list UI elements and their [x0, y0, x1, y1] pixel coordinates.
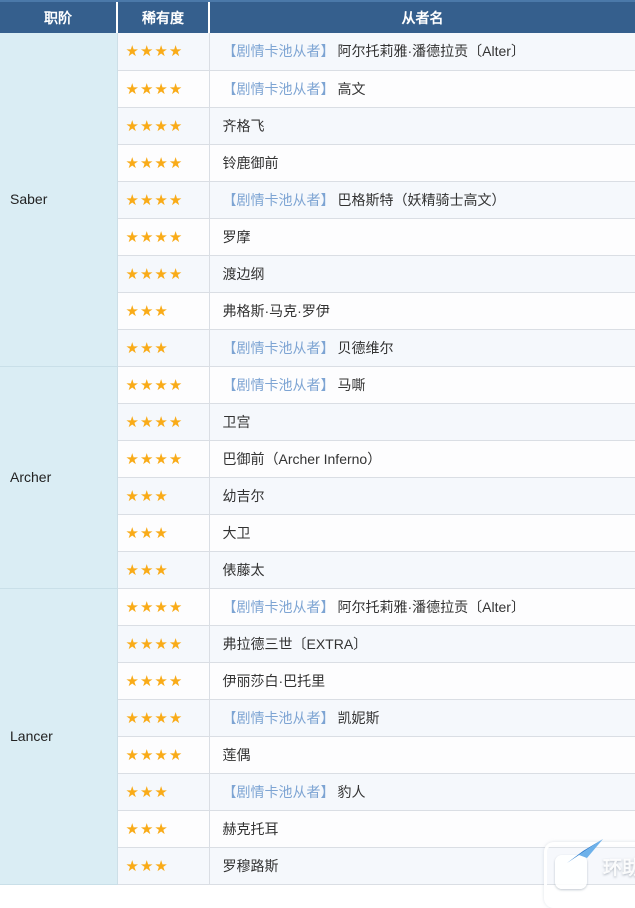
- rarity-stars: ★★★: [117, 477, 209, 514]
- servant-name: 齐格飞: [223, 118, 265, 134]
- rarity-stars: ★★★★: [117, 662, 209, 699]
- table-row: Archer★★★★【剧情卡池从者】马嘶: [0, 366, 635, 403]
- rarity-stars: ★★★★: [117, 107, 209, 144]
- class-cell: Lancer: [0, 588, 117, 884]
- rarity-stars: ★★★★: [117, 366, 209, 403]
- servant-table: 职阶 稀有度 从者名 Saber★★★★【剧情卡池从者】阿尔托莉雅·潘德拉贡〔A…: [0, 0, 635, 885]
- servant-name-cell: 弗格斯·马克·罗伊: [209, 292, 635, 329]
- rarity-stars: ★★★★: [117, 736, 209, 773]
- servant-name-cell: 幼吉尔: [209, 477, 635, 514]
- servant-name: 豹人: [338, 784, 366, 800]
- servant-name-cell: 【剧情卡池从者】豹人: [209, 773, 635, 810]
- servant-name-cell: 罗摩: [209, 218, 635, 255]
- servant-name-cell: 巴御前（Archer Inferno）: [209, 440, 635, 477]
- rarity-stars: ★★★: [117, 810, 209, 847]
- servant-name-cell: 齐格飞: [209, 107, 635, 144]
- servant-name-cell: 【剧情卡池从者】阿尔托莉雅·潘德拉贡〔Alter〕: [209, 33, 635, 70]
- rarity-stars: ★★★★: [117, 70, 209, 107]
- servant-name-cell: 卫宫: [209, 403, 635, 440]
- column-header-name: 从者名: [209, 1, 635, 33]
- rarity-stars: ★★★★: [117, 625, 209, 662]
- servant-name-cell: 【剧情卡池从者】马嘶: [209, 366, 635, 403]
- story-pool-tag: 【剧情卡池从者】: [223, 192, 335, 208]
- servant-name: 阿尔托莉雅·潘德拉贡〔Alter〕: [338, 599, 525, 615]
- servant-name: 铃鹿御前: [223, 155, 279, 171]
- servant-name-cell: 弗拉德三世〔EXTRA〕: [209, 625, 635, 662]
- column-header-rarity: 稀有度: [117, 1, 209, 33]
- header-row: 职阶 稀有度 从者名: [0, 1, 635, 33]
- servant-name: 罗穆路斯: [223, 858, 279, 874]
- story-pool-tag: 【剧情卡池从者】: [223, 377, 335, 393]
- servant-name: 大卫: [223, 525, 251, 541]
- story-pool-tag: 【剧情卡池从者】: [223, 81, 335, 97]
- story-pool-tag: 【剧情卡池从者】: [223, 43, 335, 59]
- story-pool-tag: 【剧情卡池从者】: [223, 710, 335, 726]
- story-pool-tag: 【剧情卡池从者】: [223, 784, 335, 800]
- watermark-text: 环助手: [603, 853, 635, 880]
- servant-name: 贝德维尔: [338, 340, 394, 356]
- servant-name: 高文: [338, 81, 366, 97]
- rarity-stars: ★★★★: [117, 144, 209, 181]
- servant-name: 莲偶: [223, 747, 251, 763]
- servant-name: 俵藤太: [223, 562, 265, 578]
- rarity-stars: ★★★★: [117, 255, 209, 292]
- story-pool-tag: 【剧情卡池从者】: [223, 340, 335, 356]
- rarity-stars: ★★★: [117, 847, 209, 884]
- rarity-stars: ★★★: [117, 292, 209, 329]
- servant-name: 弗格斯·马克·罗伊: [223, 303, 330, 319]
- rarity-stars: ★★★★: [117, 33, 209, 70]
- servant-name: 巴格斯特（妖精骑士高文）: [338, 192, 506, 208]
- servant-name: 渡边纲: [223, 266, 265, 282]
- rarity-stars: ★★★★: [117, 181, 209, 218]
- servant-name: 阿尔托莉雅·潘德拉贡〔Alter〕: [338, 43, 525, 59]
- servant-name: 马嘶: [338, 377, 366, 393]
- servant-table-body: Saber★★★★【剧情卡池从者】阿尔托莉雅·潘德拉贡〔Alter〕★★★★【剧…: [0, 33, 635, 884]
- servant-name-cell: 莲偶: [209, 736, 635, 773]
- servant-name-cell: 伊丽莎白·巴托里: [209, 662, 635, 699]
- rarity-stars: ★★★: [117, 773, 209, 810]
- servant-name: 凯妮斯: [338, 710, 380, 726]
- story-pool-tag: 【剧情卡池从者】: [223, 599, 335, 615]
- servant-name-cell: 【剧情卡池从者】巴格斯特（妖精骑士高文）: [209, 181, 635, 218]
- servant-name: 弗拉德三世〔EXTRA〕: [223, 636, 368, 652]
- servant-name: 幼吉尔: [223, 488, 265, 504]
- rarity-stars: ★★★★: [117, 218, 209, 255]
- servant-name: 卫宫: [223, 414, 251, 430]
- servant-name-cell: 【剧情卡池从者】凯妮斯: [209, 699, 635, 736]
- servant-name-cell: 渡边纲: [209, 255, 635, 292]
- servant-name: 赫克托耳: [223, 821, 279, 837]
- servant-name: 巴御前（Archer Inferno）: [223, 451, 382, 467]
- rarity-stars: ★★★: [117, 329, 209, 366]
- servant-name-cell: 俵藤太: [209, 551, 635, 588]
- servant-name-cell: 【剧情卡池从者】阿尔托莉雅·潘德拉贡〔Alter〕: [209, 588, 635, 625]
- class-cell: Saber: [0, 33, 117, 366]
- table-row: Saber★★★★【剧情卡池从者】阿尔托莉雅·潘德拉贡〔Alter〕: [0, 33, 635, 70]
- paper-plane-icon: [565, 837, 605, 867]
- servant-name-cell: 【剧情卡池从者】高文: [209, 70, 635, 107]
- rarity-stars: ★★★: [117, 551, 209, 588]
- table-row: Lancer★★★★【剧情卡池从者】阿尔托莉雅·潘德拉贡〔Alter〕: [0, 588, 635, 625]
- servant-name: 伊丽莎白·巴托里: [223, 673, 326, 689]
- rarity-stars: ★★★★: [117, 588, 209, 625]
- rarity-stars: ★★★★: [117, 699, 209, 736]
- servant-name-cell: 【剧情卡池从者】贝德维尔: [209, 329, 635, 366]
- column-header-class: 职阶: [0, 1, 117, 33]
- rarity-stars: ★★★★: [117, 440, 209, 477]
- app-watermark: 环助手: [544, 842, 635, 908]
- servant-name-cell: 大卫: [209, 514, 635, 551]
- rarity-stars: ★★★: [117, 514, 209, 551]
- class-cell: Archer: [0, 366, 117, 588]
- servant-name-cell: 铃鹿御前: [209, 144, 635, 181]
- servant-name: 罗摩: [223, 229, 251, 245]
- rarity-stars: ★★★★: [117, 403, 209, 440]
